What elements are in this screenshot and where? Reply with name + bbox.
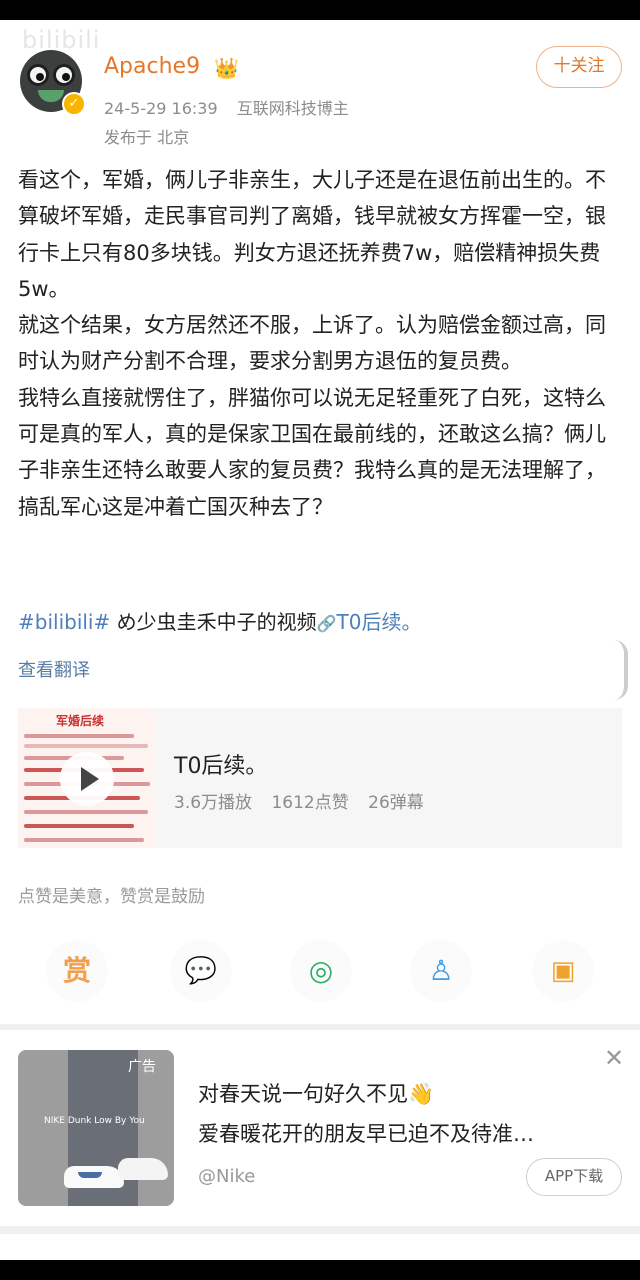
save-image-button[interactable]: ▣ bbox=[532, 940, 594, 1002]
watermark: bilibili bbox=[22, 26, 101, 54]
crown-icon: 👑 bbox=[214, 56, 239, 80]
ad-image-caption: NIKE Dunk Low By You bbox=[44, 1116, 145, 1126]
scroll-edge-indicator bbox=[614, 640, 628, 700]
author-name[interactable]: Apache9 bbox=[104, 54, 200, 79]
qq-icon: ♙ bbox=[428, 954, 454, 987]
video-source-text: め少虫圭禾中子的视频 bbox=[116, 610, 317, 634]
section-divider bbox=[0, 1024, 640, 1030]
reward-note: 点赞是美意，赞赏是鼓励 bbox=[18, 887, 205, 907]
post-paragraph: 我特么直接就愣住了，胖猫你可以说无足轻重死了白死，这特么可是真的军人，真的是保家… bbox=[18, 385, 606, 519]
ad-subline[interactable]: 爱春暖花开的朋友早已迫不及待准… bbox=[198, 1118, 534, 1148]
ad-headline[interactable]: 对春天说一句好久不见👋 bbox=[198, 1078, 434, 1108]
post-paragraph: 看这个，军婚，俩儿子非亲生，大儿子还是在退伍前出生的。不算破坏军婚，走民事官司判… bbox=[18, 168, 606, 301]
top-black-bar bbox=[0, 0, 640, 20]
swoosh-logo bbox=[78, 1172, 102, 1178]
ad-label: 广告 bbox=[128, 1059, 156, 1075]
follow-button[interactable]: 十关注 bbox=[536, 46, 622, 88]
section-divider bbox=[0, 1226, 640, 1234]
share-moments-button[interactable]: ◎ bbox=[290, 940, 352, 1002]
wechat-icon: 💬 bbox=[184, 956, 218, 986]
video-thumbnail[interactable]: 军婚后续 bbox=[18, 708, 156, 848]
video-stats: 3.6万播放 1612点赞 26弹幕 bbox=[174, 788, 438, 813]
avatar-eye-left bbox=[27, 64, 49, 86]
video-link[interactable]: T0后续。 bbox=[337, 610, 422, 634]
moments-icon: ◎ bbox=[308, 954, 334, 987]
translate-link[interactable]: 查看翻译 bbox=[18, 656, 90, 682]
post-location: 发布于 北京 bbox=[104, 128, 190, 147]
video-card[interactable]: 军婚后续 T0后续。 3.6万播放 1612点赞 26弹幕 bbox=[18, 708, 622, 848]
share-qq-button[interactable]: ♙ bbox=[410, 940, 472, 1002]
post-meta: 24-5-29 16:39 互联网科技博主 bbox=[104, 95, 363, 119]
reward-icon: 赏 bbox=[62, 954, 91, 987]
close-icon[interactable]: ✕ bbox=[604, 1044, 624, 1072]
app-download-button[interactable]: APP下载 bbox=[526, 1158, 622, 1196]
bottom-black-bar bbox=[0, 1260, 640, 1280]
author-title: 互联网科技博主 bbox=[236, 99, 349, 118]
play-icon[interactable] bbox=[60, 752, 114, 806]
post-body: 看这个，军婚，俩儿子非亲生，大儿子还是在退伍前出生的。不算破坏军婚，走民事官司判… bbox=[18, 162, 622, 525]
post-date: 24-5-29 16:39 bbox=[104, 99, 218, 118]
video-danmaku: 26弹幕 bbox=[368, 793, 424, 813]
video-title[interactable]: T0后续。 bbox=[174, 748, 267, 780]
ad-brand: @Nike bbox=[198, 1166, 256, 1187]
avatar-eye-right bbox=[53, 64, 75, 86]
reward-button[interactable]: 赏 bbox=[46, 940, 108, 1002]
save-image-icon: ▣ bbox=[550, 956, 576, 986]
post-tags: #bilibili# め少虫圭禾中子的视频🔗T0后续。 bbox=[18, 606, 421, 640]
video-plays: 3.6万播放 bbox=[174, 793, 253, 813]
share-wechat-button[interactable]: 💬 bbox=[170, 940, 232, 1002]
hashtag-link[interactable]: #bilibili# bbox=[18, 610, 110, 634]
post-paragraph: 就这个结果，女方居然还不服，上诉了。认为赔偿金额过高，同时认为财产分割不合理，要… bbox=[18, 313, 606, 374]
avatar-mouth bbox=[38, 90, 64, 102]
video-likes: 1612点赞 bbox=[271, 793, 349, 813]
link-icon: 🔗 bbox=[316, 614, 337, 633]
thumbnail-title: 军婚后续 bbox=[56, 714, 105, 728]
shoe-image bbox=[118, 1158, 168, 1180]
verified-icon: ✓ bbox=[62, 92, 86, 116]
